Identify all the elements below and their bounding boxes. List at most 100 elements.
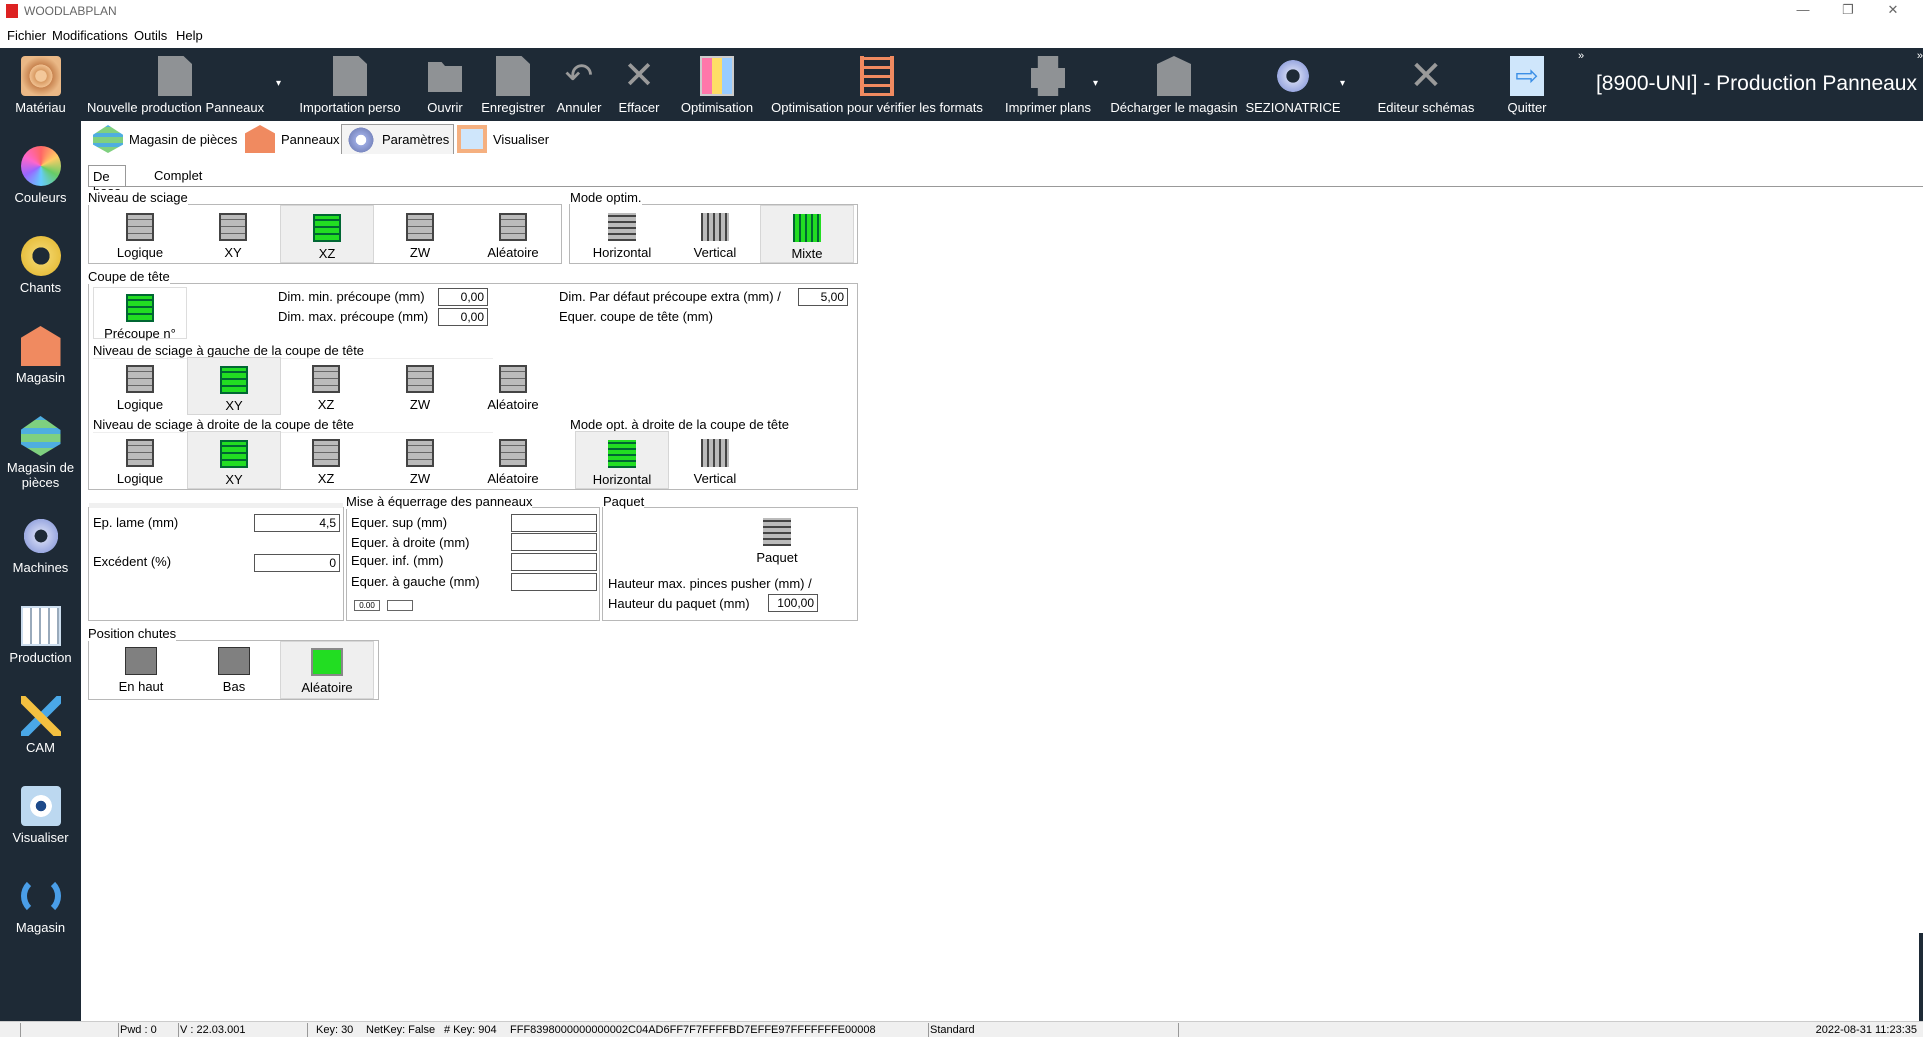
small-toggle-box[interactable] (387, 600, 413, 611)
sidebar-item-magasin-sync[interactable]: Magasin (0, 868, 81, 956)
optimization-icon (700, 56, 734, 96)
new-production-button[interactable]: Nouvelle production Panneaux (87, 48, 264, 121)
droite-xz-option[interactable]: XZ (279, 431, 373, 489)
scroll-indicator[interactable] (1919, 933, 1923, 1023)
gear-icon (346, 125, 376, 154)
gauche-zw-option[interactable]: ZW (373, 357, 467, 415)
droite-xy-option[interactable]: XY (187, 431, 281, 489)
grid-icon (406, 365, 434, 393)
new-production-dropdown-icon[interactable]: ▾ (276, 78, 281, 89)
import-perso-button[interactable]: Importation perso (291, 48, 409, 121)
menu-modifications[interactable]: Modifications (52, 28, 128, 43)
equer-droite-label: Equer. à droite (mm) (351, 535, 470, 550)
sezionatrice-dropdown-icon[interactable]: ▾ (1340, 78, 1345, 89)
equer-inf-label: Equer. inf. (mm) (351, 553, 444, 568)
excedent-input[interactable] (254, 554, 340, 572)
optimization-button[interactable]: Optimisation (673, 48, 761, 121)
niveau-xy-option[interactable]: XY (186, 205, 280, 263)
status-pwd: Pwd : 0 (120, 1024, 157, 1036)
sidebar-item-chants[interactable]: Chants (0, 228, 81, 316)
sidebar-item-couleurs[interactable]: Couleurs (0, 138, 81, 226)
gauche-logique-option[interactable]: Logique (93, 357, 187, 415)
gauche-xz-option[interactable]: XZ (279, 357, 373, 415)
optimization-formats-button[interactable]: Optimisation pour vérifier les formats (764, 48, 990, 121)
sidebar-item-machines[interactable]: Machines (0, 508, 81, 596)
dim-min-input[interactable] (438, 288, 488, 306)
mode-mixte-option[interactable]: Mixte (760, 205, 854, 263)
close-button[interactable]: ✕ (1873, 2, 1913, 20)
restore-button[interactable]: ❐ (1828, 2, 1868, 20)
folder-icon (428, 62, 462, 92)
menu-fichier[interactable]: Fichier (7, 28, 46, 43)
save-button[interactable]: Enregistrer (477, 48, 549, 121)
sidebar-item-magasin-pieces[interactable]: Magasin de pièces (0, 408, 81, 496)
delete-icon: ✕ (623, 55, 655, 97)
menu-help[interactable]: Help (176, 28, 203, 43)
stack-icon (93, 125, 123, 153)
grid-icon (499, 439, 527, 467)
droite-zw-option[interactable]: ZW (373, 431, 467, 489)
mode-horizontal-option[interactable]: Horizontal (575, 205, 669, 263)
equer-inf-input[interactable] (511, 553, 597, 571)
status-mode: Standard (930, 1024, 975, 1036)
mode-droite-vertical-option[interactable]: Vertical (668, 431, 762, 489)
toolbar-overflow-right-icon[interactable]: » (1917, 50, 1923, 62)
equer-droite-input[interactable] (511, 533, 597, 551)
unload-warehouse-button[interactable]: Décharger le magasin (1105, 48, 1243, 121)
droite-aleatoire-option[interactable]: Aléatoire (466, 431, 560, 489)
sezionatrice-button[interactable]: SEZIONATRICE (1245, 48, 1341, 121)
minimize-button[interactable]: — (1783, 2, 1823, 20)
new-doc-icon (158, 56, 192, 96)
small-value-box[interactable]: 0.00 (354, 600, 380, 611)
equer-sup-input[interactable] (511, 514, 597, 532)
niveau-xz-option[interactable]: XZ (280, 205, 374, 263)
niveau-aleatoire-option[interactable]: Aléatoire (466, 205, 560, 263)
chutes-en-haut-option[interactable]: En haut (94, 641, 188, 699)
sidebar-item-magasin[interactable]: Magasin (0, 318, 81, 406)
mode-vertical-option[interactable]: Vertical (668, 205, 762, 263)
ep-lame-input[interactable] (254, 514, 340, 532)
toolbar-overflow-icon[interactable]: » (1578, 50, 1584, 62)
print-plans-button[interactable]: Imprimer plans (993, 48, 1103, 121)
tab-panneaux[interactable]: Panneaux (241, 124, 344, 154)
dim-defaut-input[interactable] (798, 288, 848, 306)
equer-coupe-label: Equer. coupe de tête (mm) (559, 309, 713, 324)
dim-max-input[interactable] (438, 308, 488, 326)
tab-parametres[interactable]: Paramètres (341, 124, 455, 154)
delete-button[interactable]: ✕ Effacer (611, 48, 667, 121)
sidebar-item-materiau[interactable]: Matériau (0, 48, 81, 136)
tab-magasin-pieces[interactable]: Magasin de pièces (89, 124, 241, 154)
sidebar-label: Chants (19, 280, 62, 295)
niveau-logique-option[interactable]: Logique (93, 205, 187, 263)
mode-droite-horizontal-option[interactable]: Horizontal (575, 431, 669, 489)
sidebar-item-production[interactable]: Production (0, 598, 81, 686)
chutes-aleatoire-option[interactable]: Aléatoire (280, 641, 374, 699)
subtab-de-base[interactable]: De base (88, 165, 127, 199)
print-dropdown-icon[interactable]: ▾ (1093, 78, 1098, 89)
precoupe-option[interactable]: Précoupe n° (93, 287, 187, 341)
equer-gauche-input[interactable] (511, 573, 597, 591)
chute-random-icon (311, 648, 343, 676)
color-wheel-icon (20, 146, 61, 186)
chutes-bas-option[interactable]: Bas (187, 641, 281, 699)
subtab-complet[interactable]: Complet (150, 165, 206, 187)
left-sidebar: Matériau Couleurs Chants Magasin Magasin… (0, 48, 81, 1021)
tab-visualiser[interactable]: Visualiser (453, 124, 553, 154)
gauche-aleatoire-option[interactable]: Aléatoire (466, 357, 560, 415)
quit-button[interactable]: ⇨ Quitter (1499, 48, 1555, 121)
niveau-zw-option[interactable]: ZW (373, 205, 467, 263)
undo-button[interactable]: ↶ Annuler (551, 48, 607, 121)
sidebar-item-cam[interactable]: CAM (0, 688, 81, 776)
sidebar-item-visualiser[interactable]: Visualiser (0, 778, 81, 866)
dim-max-label: Dim. max. précoupe (mm) (278, 309, 429, 324)
mode-optim-title: Mode optim. (570, 190, 642, 205)
gauche-xy-option[interactable]: XY (187, 357, 281, 415)
menu-outils[interactable]: Outils (134, 28, 167, 43)
hauteur-paquet-input[interactable] (768, 594, 818, 612)
open-button[interactable]: Ouvrir (417, 48, 473, 121)
schema-editor-button[interactable]: ✕ Editeur schémas (1357, 48, 1495, 121)
grid-icon (219, 213, 247, 241)
droite-logique-option[interactable]: Logique (93, 431, 187, 489)
grid-icon (126, 365, 154, 393)
paquet-option[interactable]: Paquet (730, 510, 824, 568)
